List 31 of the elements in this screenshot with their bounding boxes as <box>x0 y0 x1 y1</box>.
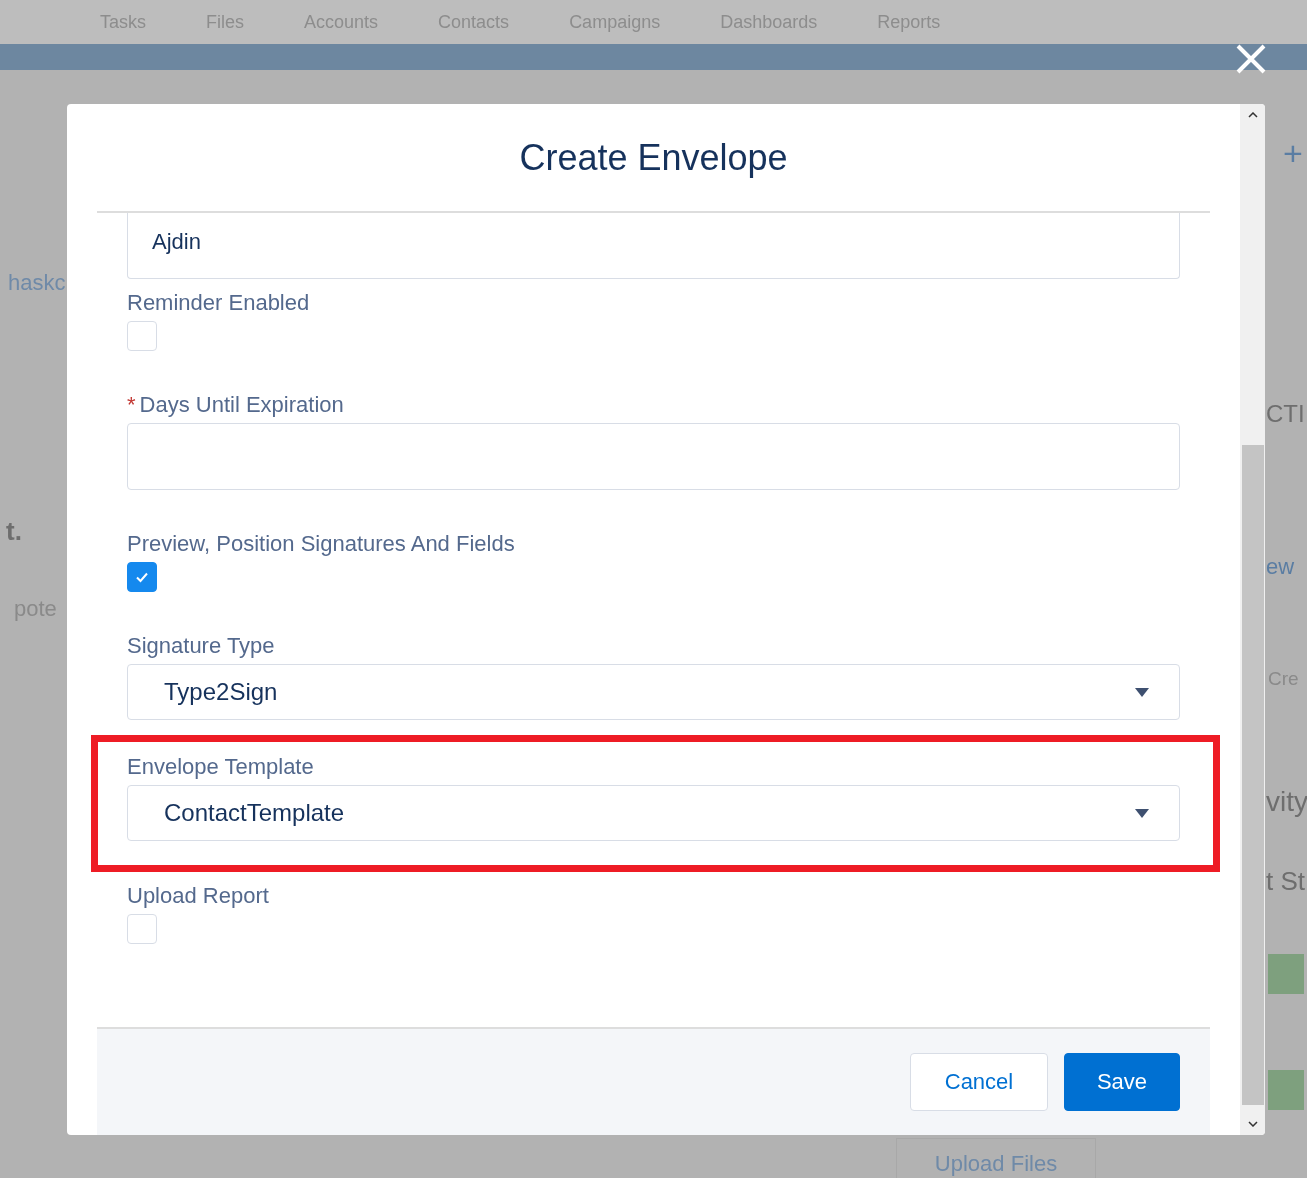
section-tab[interactable]: CTI <box>1266 400 1305 428</box>
caret-icon <box>1135 687 1149 697</box>
caret-icon <box>1135 808 1149 818</box>
field-label: Days Until Expiration <box>139 392 344 417</box>
add-button[interactable]: + <box>1283 134 1303 173</box>
field-label: Upload Report <box>127 882 269 910</box>
save-button[interactable]: Save <box>1064 1053 1180 1111</box>
close-icon[interactable] <box>1235 43 1267 75</box>
subheading-text: t St <box>1266 866 1305 897</box>
scrollbar[interactable] <box>1240 104 1265 1135</box>
checkbox[interactable] <box>127 562 157 592</box>
scroll-up-icon[interactable] <box>1247 112 1258 118</box>
heading-text: t. <box>6 516 22 547</box>
upload-files-button[interactable]: Upload Files <box>896 1138 1096 1178</box>
task-list-icon <box>1268 1070 1304 1110</box>
link-text[interactable]: ew <box>1266 554 1295 580</box>
input-field[interactable] <box>127 423 1180 490</box>
field-label: Envelope Template <box>127 753 314 781</box>
field-label: Reminder Enabled <box>127 289 310 317</box>
field-label: Signature Type <box>127 632 275 660</box>
scroll-thumb[interactable] <box>1241 444 1264 1105</box>
select-field[interactable]: ContactTemplate <box>127 785 1180 841</box>
scroll-down-icon[interactable] <box>1247 1121 1258 1127</box>
cancel-button[interactable]: Cancel <box>910 1053 1048 1111</box>
field-label: Preview, Position Signatures And Fields <box>127 530 515 558</box>
task-list-icon <box>1268 954 1304 994</box>
modal-title: Create Envelope <box>519 136 788 179</box>
select-field[interactable]: Type2Sign <box>127 664 1180 720</box>
link-text[interactable]: haskc <box>8 270 66 296</box>
textarea-field[interactable]: Ajdin <box>127 213 1180 279</box>
required-mark: * <box>127 392 136 417</box>
